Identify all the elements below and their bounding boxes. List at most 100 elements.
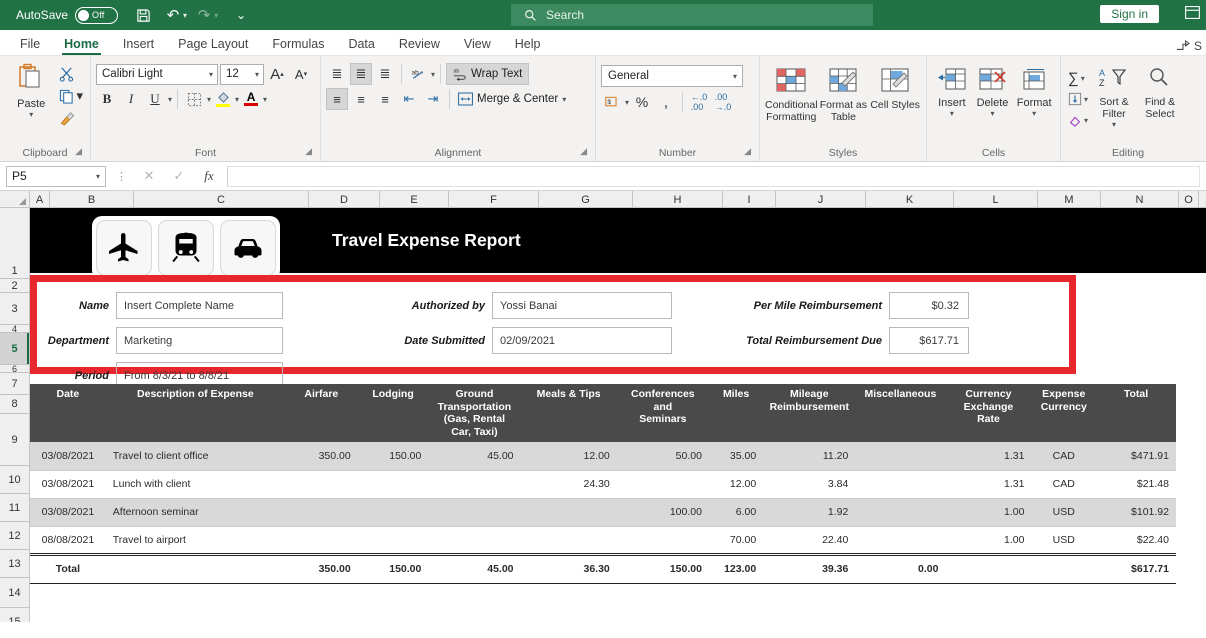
fill-button[interactable]: ▾ xyxy=(1066,89,1090,109)
field-value-department[interactable]: Marketing xyxy=(116,327,283,354)
column-header-g[interactable]: G xyxy=(539,191,633,208)
column-header-k[interactable]: K xyxy=(866,191,954,208)
tab-file[interactable]: File xyxy=(8,35,52,55)
fill-dropdown-icon[interactable]: ▾ xyxy=(1084,95,1088,104)
row-header-10[interactable]: 10 xyxy=(0,466,29,494)
field-value-authorized-by[interactable]: Yossi Banai xyxy=(492,292,672,319)
paste-dropdown-icon[interactable]: ▾ xyxy=(29,110,33,119)
insert-cells-button[interactable]: Insert ▾ xyxy=(932,64,972,118)
autosave-toggle[interactable]: Off xyxy=(75,7,118,24)
col-miles[interactable]: Miles xyxy=(709,384,763,442)
formula-input[interactable] xyxy=(227,166,1200,187)
format-as-table-button[interactable]: Format as Table xyxy=(818,64,870,123)
col-miscellaneous[interactable]: Miscellaneous xyxy=(855,384,945,442)
insert-function-icon[interactable]: fx xyxy=(197,168,221,184)
autosave-control[interactable]: AutoSave Off xyxy=(16,7,118,24)
column-header-m[interactable]: M xyxy=(1038,191,1101,208)
field-value-per-mile[interactable]: $0.32 xyxy=(889,292,969,319)
row-header-1[interactable]: 1 xyxy=(0,208,29,279)
column-header-b[interactable]: B xyxy=(50,191,134,208)
col-description[interactable]: Description of Expense xyxy=(106,384,285,442)
merge-center-button[interactable]: Merge & Center ▾ xyxy=(455,88,569,110)
delete-cells-button[interactable]: Delete ▾ xyxy=(972,64,1014,118)
fill-color-button[interactable] xyxy=(213,91,233,107)
align-middle-button[interactable]: ≣ xyxy=(350,63,372,85)
field-value-name[interactable]: Insert Complete Name xyxy=(116,292,283,319)
tab-home[interactable]: Home xyxy=(52,35,111,55)
enter-icon[interactable]: ✓ xyxy=(167,168,191,184)
row-header-7[interactable]: 7 xyxy=(0,373,29,395)
font-size-dropdown-icon[interactable]: ▾ xyxy=(255,70,259,79)
tab-review[interactable]: Review xyxy=(387,35,452,55)
row-header-15[interactable]: 15 xyxy=(0,608,29,622)
font-name-dropdown-icon[interactable]: ▾ xyxy=(209,70,213,79)
wrap-text-button[interactable]: ab Wrap Text xyxy=(446,63,529,85)
col-ground-transportation[interactable]: Ground Transportation (Gas, Rental Car, … xyxy=(428,384,520,442)
ribbon-display-options-icon[interactable] xyxy=(1185,6,1200,22)
accounting-dropdown-icon[interactable]: ▾ xyxy=(625,98,629,107)
share-button[interactable]: S xyxy=(1176,39,1202,53)
col-mileage-reimbursement[interactable]: Mileage Reimbursement xyxy=(763,384,855,442)
col-meals-tips[interactable]: Meals & Tips xyxy=(521,384,617,442)
orientation-button[interactable]: ab xyxy=(407,63,429,85)
align-left-button[interactable]: ≡ xyxy=(326,88,348,110)
align-bottom-button[interactable]: ≣ xyxy=(374,63,396,85)
underline-button[interactable]: U xyxy=(144,88,166,110)
percent-style-button[interactable]: % xyxy=(631,91,653,113)
italic-button[interactable]: I xyxy=(120,88,142,110)
number-dialog-launcher[interactable]: ◢ xyxy=(744,143,751,159)
column-header-f[interactable]: F xyxy=(449,191,539,208)
row-header-4[interactable]: 4 xyxy=(0,325,29,333)
table-row[interactable]: 03/08/2021 Afternoon seminar 100.00 6.00… xyxy=(30,498,1176,526)
number-format-dropdown-icon[interactable]: ▾ xyxy=(733,72,737,81)
table-row[interactable]: 03/08/2021 Travel to client office 350.0… xyxy=(30,442,1176,470)
comma-style-button[interactable]: , xyxy=(655,91,677,113)
select-all-corner[interactable] xyxy=(0,191,30,207)
copy-dropdown-icon[interactable]: ▾ xyxy=(76,88,83,104)
tab-insert[interactable]: Insert xyxy=(111,35,166,55)
font-size-input[interactable]: 12 ▾ xyxy=(220,64,264,85)
column-header-n[interactable]: N xyxy=(1101,191,1179,208)
column-header-l[interactable]: L xyxy=(954,191,1038,208)
clipboard-dialog-launcher[interactable]: ◢ xyxy=(75,143,82,159)
table-row[interactable]: 03/08/2021 Lunch with client 24.30 12.00… xyxy=(30,470,1176,498)
format-painter-button[interactable] xyxy=(57,108,85,128)
cell-styles-button[interactable]: Cell Styles xyxy=(869,64,921,111)
accounting-format-button[interactable]: $ xyxy=(601,91,623,113)
column-header-c[interactable]: C xyxy=(134,191,309,208)
conditional-formatting-button[interactable]: Conditional Formatting xyxy=(765,64,818,123)
copy-button[interactable]: ▾ xyxy=(57,86,85,106)
font-name-input[interactable]: Calibri Light ▾ xyxy=(96,64,218,85)
row-header-13[interactable]: 13 xyxy=(0,550,29,578)
row-header-8[interactable]: 8 xyxy=(0,395,29,414)
field-value-total-due[interactable]: $617.71 xyxy=(889,327,969,354)
table-total-row[interactable]: Total 350.00 150.00 45.00 36.30 150.00 1… xyxy=(30,554,1176,583)
name-box[interactable]: P5 ▾ xyxy=(6,166,106,187)
insert-dropdown-icon[interactable]: ▾ xyxy=(950,109,954,118)
column-header-d[interactable]: D xyxy=(309,191,380,208)
formula-bar-options-icon[interactable]: ⋮ xyxy=(112,170,131,183)
clear-button[interactable]: ▾ xyxy=(1066,110,1090,130)
fill-color-dropdown-icon[interactable]: ▾ xyxy=(235,95,239,104)
borders-button[interactable] xyxy=(183,88,205,110)
autosum-dropdown-icon[interactable]: ▾ xyxy=(1081,74,1085,83)
font-color-dropdown-icon[interactable]: ▾ xyxy=(263,95,267,104)
field-value-date-submitted[interactable]: 02/09/2021 xyxy=(492,327,672,354)
font-dialog-launcher[interactable]: ◢ xyxy=(305,143,312,159)
autosum-button[interactable]: ∑ ▾ xyxy=(1066,68,1090,88)
col-total[interactable]: Total xyxy=(1096,384,1176,442)
row-header-9[interactable]: 9 xyxy=(0,414,29,466)
alignment-dialog-launcher[interactable]: ◢ xyxy=(580,143,587,159)
col-currency-exchange-rate[interactable]: Currency Exchange Rate xyxy=(945,384,1031,442)
font-color-button[interactable]: A xyxy=(241,92,261,106)
align-center-button[interactable]: ≡ xyxy=(350,88,372,110)
align-right-button[interactable]: ≡ xyxy=(374,88,396,110)
column-header-j[interactable]: J xyxy=(776,191,866,208)
find-select-button[interactable]: Find & Select xyxy=(1138,63,1182,120)
sort-filter-button[interactable]: AZ Sort & Filter ▾ xyxy=(1090,63,1138,129)
redo-dropdown-icon[interactable]: ▾ xyxy=(214,11,218,20)
tab-help[interactable]: Help xyxy=(503,35,553,55)
row-header-12[interactable]: 12 xyxy=(0,522,29,550)
bold-button[interactable]: B xyxy=(96,88,118,110)
save-icon[interactable] xyxy=(130,2,156,28)
